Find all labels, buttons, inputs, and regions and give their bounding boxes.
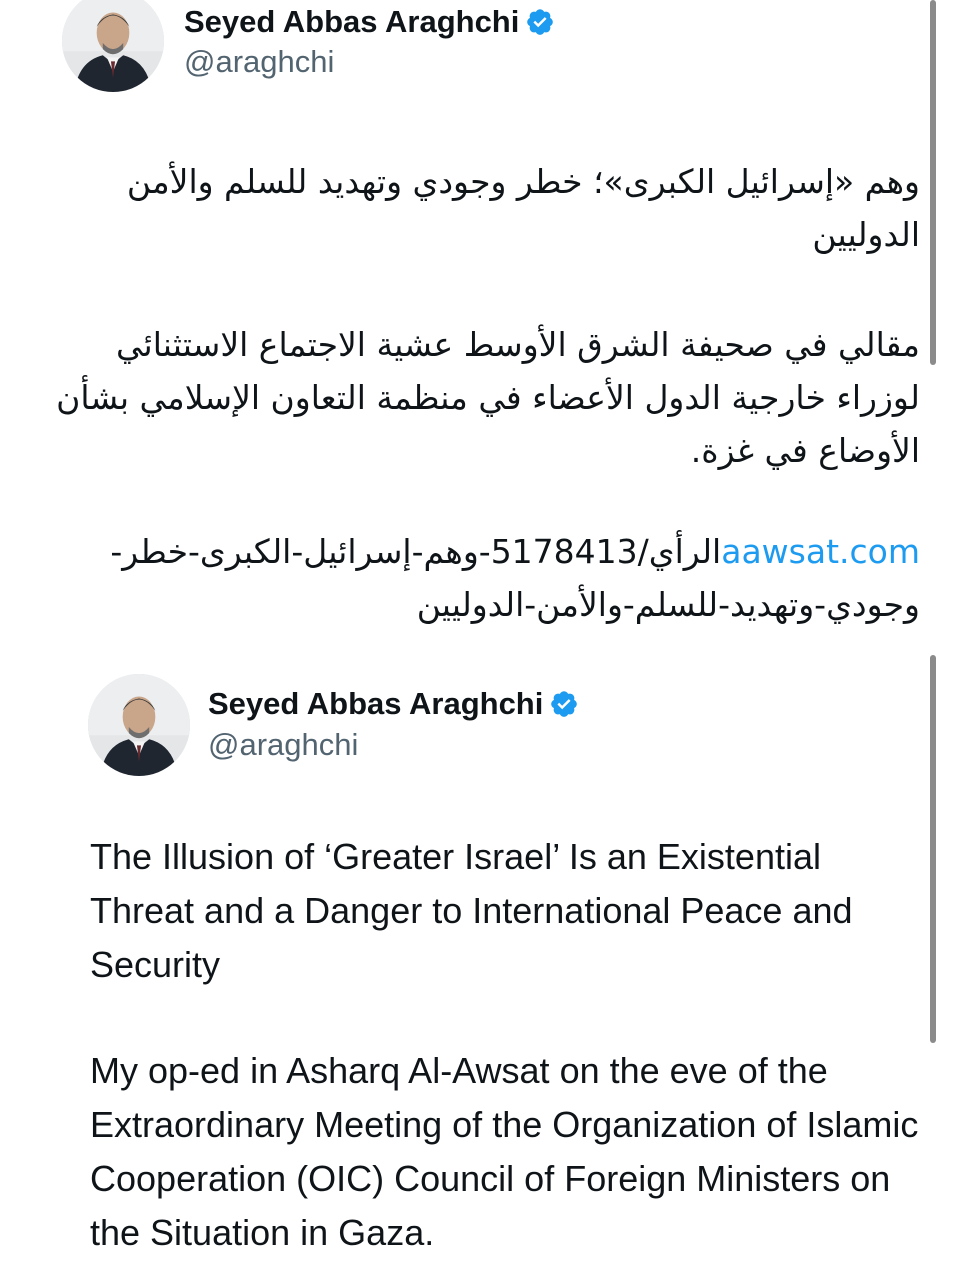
tweet-english[interactable]: Seyed Abbas Araghchi @araghchi The Illus…: [0, 655, 962, 1280]
link-domain[interactable]: aawsat.com: [721, 532, 920, 571]
tweet-body: My op-ed in Asharq Al-Awsat on the eve o…: [90, 1044, 930, 1260]
tweet-body-text: My op-ed in Asharq Al-Awsat on the eve o…: [90, 1050, 919, 1253]
tweet-title: وهم «إسرائيل الكبرى»؛ خطر وجودي وتهديد ل…: [40, 155, 920, 261]
avatar-photo: [62, 0, 164, 92]
tweet-body-text: مقالي في صحيفة الشرق الأوسط عشية الاجتما…: [56, 325, 920, 470]
tweet-title: The Illusion of ‘Greater Israel’ Is an E…: [90, 830, 930, 992]
tweet-title-text: The Illusion of ‘Greater Israel’ Is an E…: [90, 836, 853, 985]
avatar[interactable]: [62, 0, 164, 92]
article-link[interactable]: aawsat.comالرأي/5178413-وهم-إسرائيل-الكب…: [40, 525, 920, 631]
verified-badge-icon: [527, 9, 554, 35]
article-link-text[interactable]: aawsat.comالرأي/5178413-وهم-إسرائيل-الكب…: [40, 525, 920, 631]
tweet-body: مقالي في صحيفة الشرق الأوسط عشية الاجتما…: [40, 318, 920, 477]
author-name[interactable]: Seyed Abbas Araghchi: [184, 4, 519, 40]
author-name[interactable]: Seyed Abbas Araghchi: [208, 686, 543, 722]
author-handle[interactable]: @araghchi: [184, 44, 334, 80]
verified-badge-icon: [551, 691, 578, 717]
avatar[interactable]: [88, 674, 190, 776]
author-name-row[interactable]: Seyed Abbas Araghchi: [184, 0, 555, 44]
author-name-row[interactable]: Seyed Abbas Araghchi: [208, 682, 579, 726]
tweet-arabic[interactable]: Seyed Abbas Araghchi @araghchi وهم «إسرا…: [0, 0, 962, 655]
author-handle[interactable]: @araghchi: [208, 727, 358, 763]
tweet-title-text: وهم «إسرائيل الكبرى»؛ خطر وجودي وتهديد ل…: [126, 162, 920, 254]
scrollbar-bottom[interactable]: [930, 655, 936, 1043]
scrollbar-top[interactable]: [930, 0, 936, 365]
avatar-photo: [88, 674, 190, 776]
